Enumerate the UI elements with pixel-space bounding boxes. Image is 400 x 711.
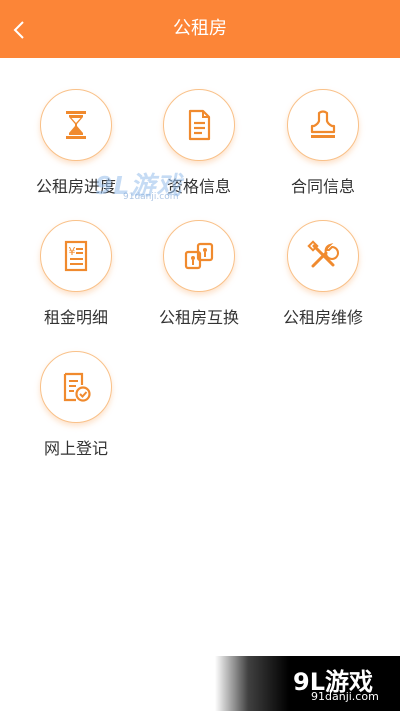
register-check-icon: [63, 372, 91, 402]
grid-item-label: 公租房互换: [158, 308, 239, 327]
exchange-icon: [184, 242, 214, 270]
receipt-yuan-icon: ¥: [64, 240, 88, 272]
icon-circle: [163, 220, 235, 292]
watermark-url: 91danji.com: [311, 690, 379, 703]
grid-item-label: 租金明细: [43, 308, 108, 327]
app-header: 公租房: [0, 0, 400, 58]
document-icon: [188, 109, 211, 141]
svg-text:¥: ¥: [69, 245, 76, 258]
grid-item-online-register[interactable]: 网上登记: [23, 351, 133, 471]
grid-item-label: 公租房进度: [35, 177, 116, 196]
icon-circle: [287, 89, 359, 161]
stamp-icon: [310, 110, 336, 138]
grid-item-label: 资格信息: [166, 177, 231, 196]
grid-item-label: 公租房维修: [282, 308, 363, 327]
grid-item-rent-detail[interactable]: ¥ 租金明细: [23, 220, 133, 340]
icon-circle: [163, 89, 235, 161]
icon-circle: [40, 89, 112, 161]
icon-circle: ¥: [40, 220, 112, 292]
grid-item-exchange[interactable]: 公租房互换: [146, 220, 256, 340]
grid-item-contract[interactable]: 合同信息: [270, 89, 380, 209]
grid-item-label: 合同信息: [290, 177, 355, 196]
grid-item-repair[interactable]: 公租房维修: [270, 220, 380, 340]
hourglass-icon: [66, 111, 86, 139]
grid-item-qualification[interactable]: 资格信息: [146, 89, 256, 209]
page-title: 公租房: [173, 18, 227, 39]
grid-item-label: 网上登记: [43, 439, 108, 458]
icon-circle: [40, 351, 112, 423]
repair-tools-icon: [307, 240, 339, 268]
watermark-corner: 9L游戏 91danji.com: [215, 656, 400, 711]
grid-item-progress[interactable]: 公租房进度: [23, 89, 133, 209]
icon-circle: [287, 220, 359, 292]
